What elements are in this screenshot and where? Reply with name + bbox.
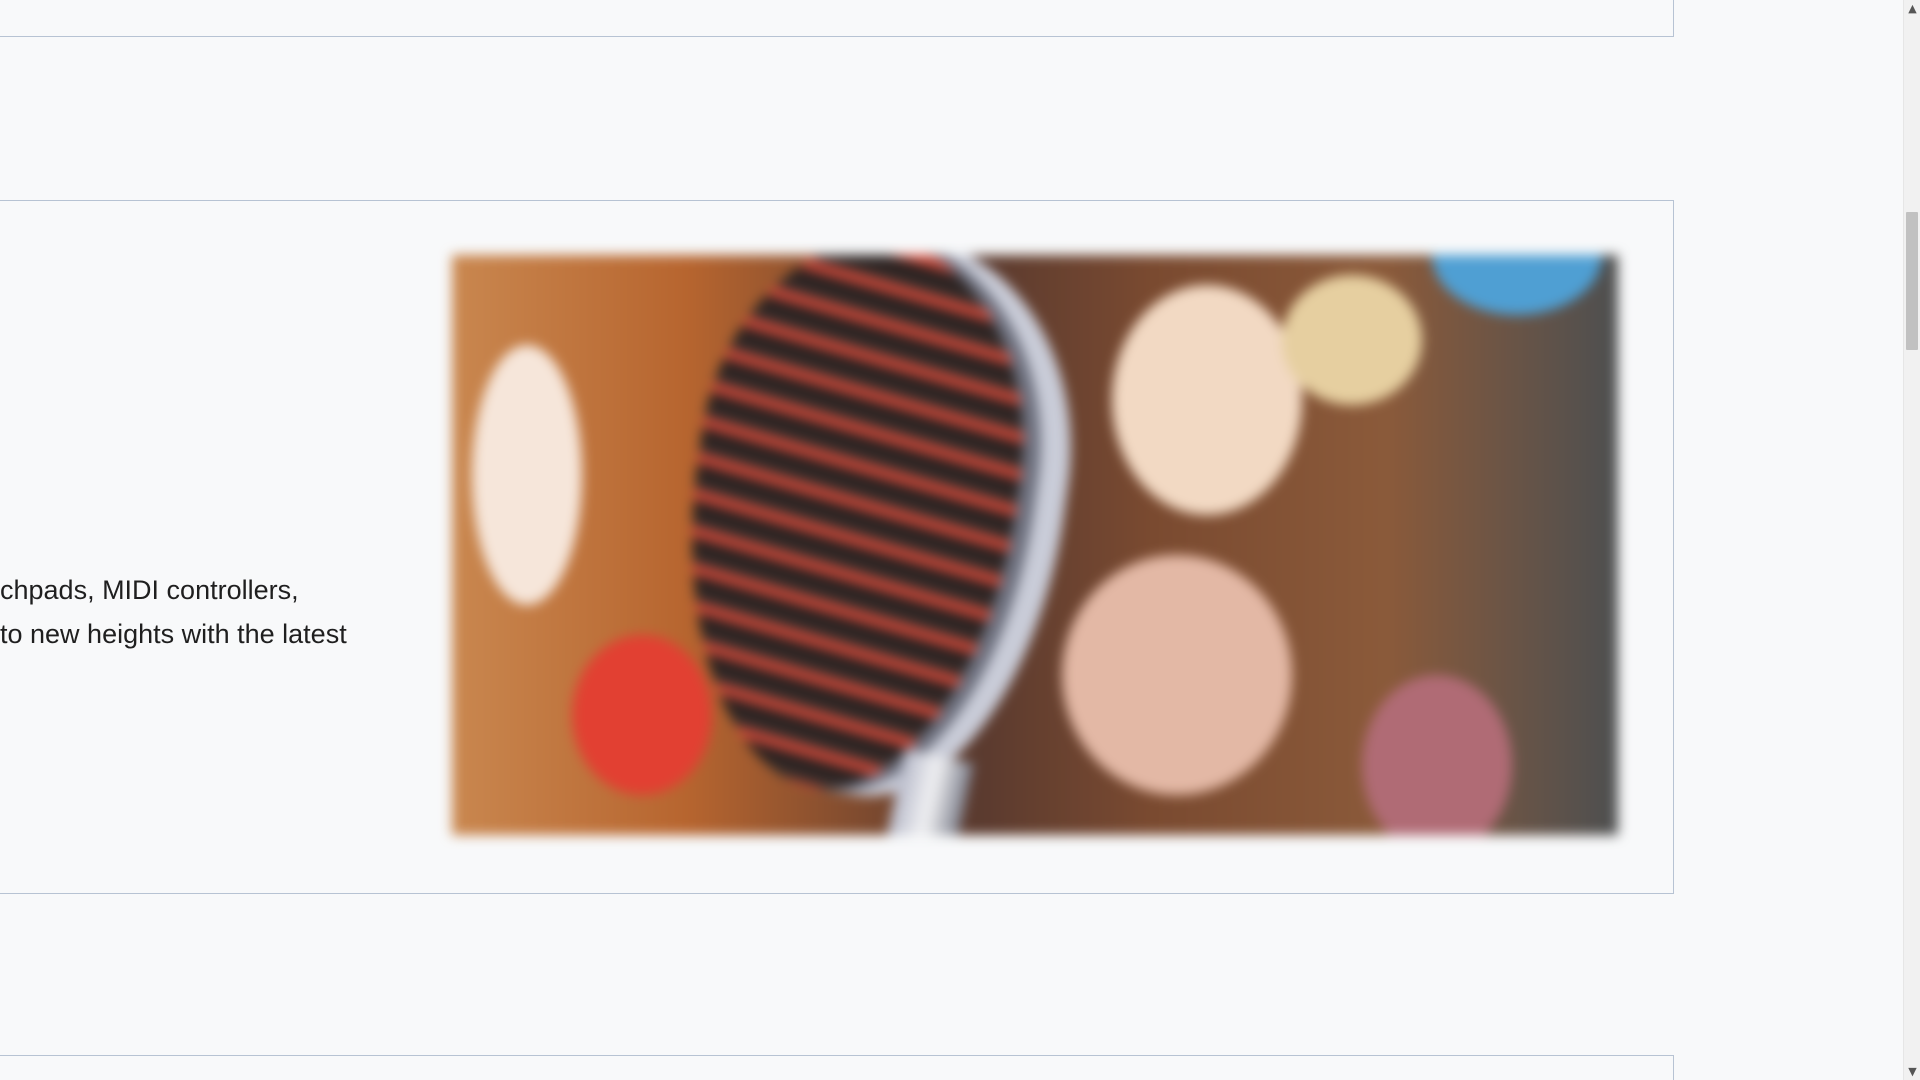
- scrollbar-thumb[interactable]: [1906, 212, 1918, 350]
- bokeh-light: [1432, 255, 1602, 315]
- bokeh-light: [572, 635, 712, 795]
- feature-description-line-2: to new heights with the latest: [0, 619, 347, 649]
- next-feature-card: [0, 1055, 1674, 1080]
- feature-description: chpads, MIDI controllers, to new heights…: [0, 568, 400, 656]
- vertical-scrollbar[interactable]: ▲ ▼: [1903, 0, 1920, 1080]
- bokeh-light: [1362, 675, 1512, 835]
- feature-description-line-1: chpads, MIDI controllers,: [0, 575, 299, 605]
- page: chpads, MIDI controllers, to new heights…: [0, 0, 1920, 1080]
- scroll-up-icon[interactable]: ▲: [1904, 0, 1920, 17]
- microphone-image: [452, 255, 1618, 835]
- bokeh-light: [1112, 285, 1302, 515]
- bokeh-light: [1062, 555, 1292, 795]
- previous-feature-card: [0, 0, 1674, 37]
- bokeh-light: [1282, 275, 1422, 405]
- bokeh-light: [472, 345, 582, 605]
- microphone-head: [654, 255, 1100, 819]
- scroll-down-icon[interactable]: ▼: [1904, 1063, 1920, 1080]
